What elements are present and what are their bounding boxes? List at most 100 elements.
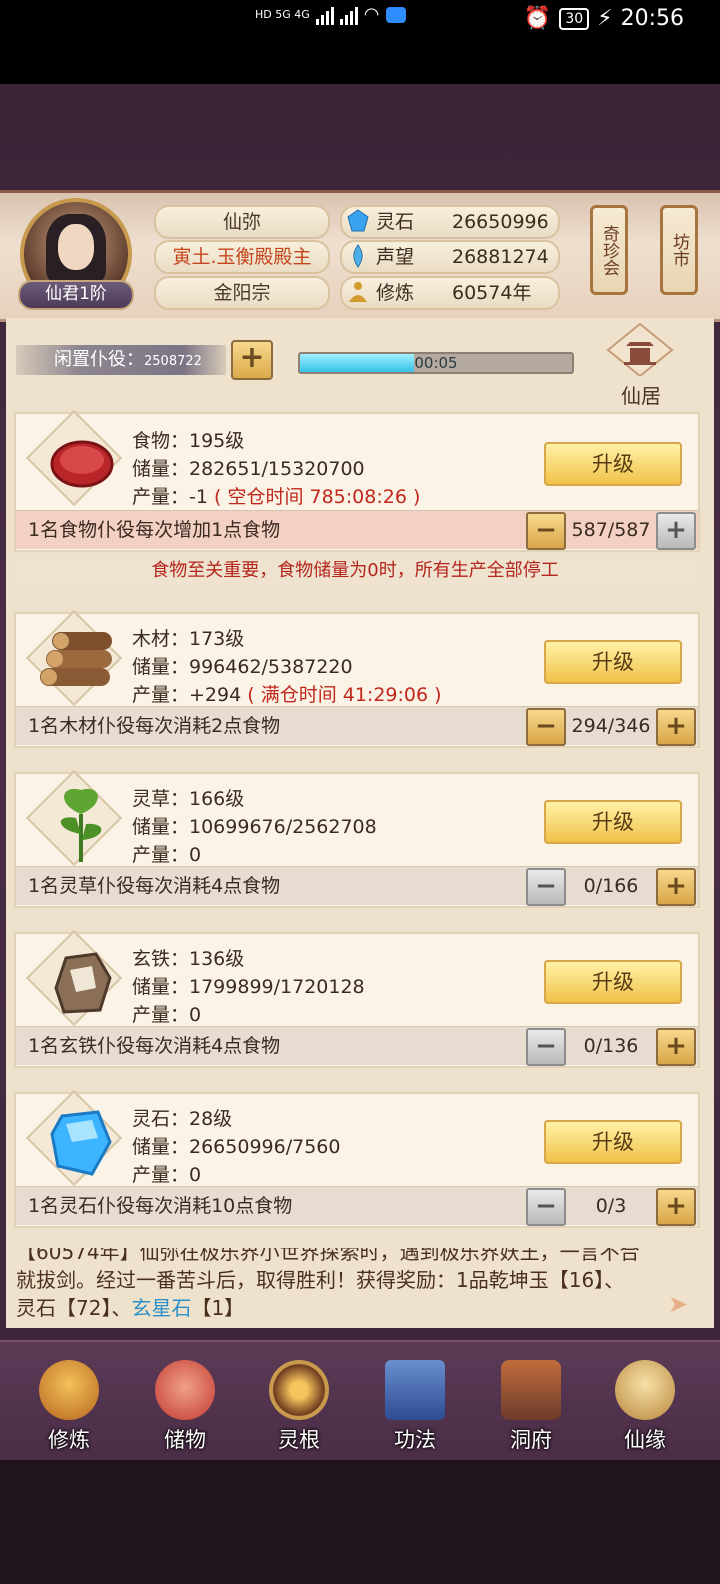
- nav-label: 灵根: [278, 1428, 320, 1452]
- output-label: 产量：: [132, 684, 190, 706]
- iron-ore-icon: [54, 952, 112, 1014]
- log-line: 灵石【72】、玄星石【1】: [16, 1294, 704, 1320]
- servant-count: 587/587: [571, 519, 651, 541]
- decrease-servant-button[interactable]: −: [526, 1188, 566, 1226]
- nav-label: 洞府: [510, 1428, 552, 1452]
- resource-card-spirit-stone: 灵石：28级 储量：26650996/7560 产量：0 升级 1名灵石仆役每次…: [14, 1089, 700, 1228]
- clock: 20:56: [620, 6, 684, 31]
- stone-storage: 储量：26650996/7560: [132, 1136, 341, 1158]
- technique-book-icon: [385, 1360, 445, 1420]
- treasure-auction-button[interactable]: 奇珍会: [590, 205, 628, 295]
- nav-label: 修炼: [48, 1428, 90, 1452]
- servant-row: 1名木材仆役每次消耗2点食物 − 294/346 +: [16, 706, 698, 746]
- resource-label: 声望: [376, 246, 415, 268]
- servant-count: 294/346: [571, 715, 651, 737]
- prestige-icon: [353, 244, 363, 268]
- add-servant-button[interactable]: +: [231, 340, 273, 380]
- output-value: -1: [189, 486, 208, 508]
- decrease-servant-button[interactable]: −: [526, 512, 566, 550]
- resource-cultivation: 修炼 60574年: [340, 276, 560, 310]
- market-button[interactable]: 坊市: [660, 205, 698, 295]
- wood-output: 产量：+294 ( 满仓时间 41:29:06 ): [132, 680, 442, 707]
- nav-cave-mansion[interactable]: 洞府: [486, 1360, 576, 1456]
- stone-level: 灵石：28级: [132, 1108, 233, 1130]
- idle-servants: 闲置仆役：2508722: [16, 345, 226, 375]
- event-log[interactable]: 【60574年】仙弥在极乐界小世界探索时，遇到极乐界妖王，一言不合 就拔剑。经过…: [16, 1248, 704, 1320]
- nav-cultivate[interactable]: 修炼: [24, 1360, 114, 1456]
- increase-servant-button[interactable]: +: [656, 708, 696, 746]
- signal-icon-2: [339, 5, 358, 25]
- servant-count: 0/3: [595, 1195, 627, 1217]
- player-name: 仙弥: [154, 205, 330, 239]
- output-value: +294: [189, 684, 242, 706]
- upgrade-button[interactable]: 升级: [544, 960, 682, 1004]
- upgrade-button[interactable]: 升级: [544, 640, 682, 684]
- output-note: ( 空仓时间 785:08:26 ): [214, 486, 421, 508]
- nav-label: 功法: [394, 1428, 436, 1452]
- food-storage: 储量：282651/15320700: [132, 458, 365, 480]
- player-sect: 金阳宗: [154, 276, 330, 310]
- output-value: 0: [189, 844, 202, 866]
- status-bar: HD 5G 4G ◠ ⏰ 30 ⚡ 20:56: [0, 0, 720, 84]
- player-title: 寅土.玉衡殿殿主: [154, 240, 330, 274]
- resource-value: 26881274: [452, 246, 549, 268]
- spirit-stone-icon: [347, 209, 369, 232]
- nav-spirit-root[interactable]: 灵根: [254, 1360, 344, 1456]
- idle-value: 2508722: [144, 354, 202, 369]
- output-note: ( 满仓时间 41:29:06 ): [247, 684, 442, 706]
- residence-label[interactable]: 仙居: [596, 380, 686, 409]
- output-label: 产量：: [132, 486, 190, 508]
- herb-leaf-icon: [60, 788, 102, 862]
- log-expand-icon[interactable]: ➤: [668, 1290, 688, 1318]
- increase-servant-button[interactable]: +: [656, 512, 696, 550]
- servant-desc: 1名食物仆役每次增加1点食物: [28, 519, 281, 541]
- log-line: 就拔剑。经过一番苦斗后，取得胜利！获得奖励：1品乾坤玉【16】、: [16, 1268, 625, 1292]
- output-value: 0: [189, 1004, 202, 1026]
- output-label: 产量：: [132, 1164, 190, 1186]
- decrease-servant-button[interactable]: −: [526, 708, 566, 746]
- upgrade-button[interactable]: 升级: [544, 800, 682, 844]
- food-warning: 食物至关重要，食物储量为0时，所有生产全部停工: [14, 554, 696, 588]
- iron-level: 玄铁：136级: [132, 948, 245, 970]
- timer-text: 00:05: [414, 354, 458, 372]
- battery-icon: 30: [559, 7, 590, 30]
- upgrade-button[interactable]: 升级: [544, 1120, 682, 1164]
- charging-icon: ⚡: [597, 6, 613, 31]
- log-item-link[interactable]: 玄星石: [131, 1296, 191, 1320]
- decrease-servant-button[interactable]: −: [526, 868, 566, 906]
- cloud-icon: [385, 6, 406, 23]
- food-output: 产量：-1 ( 空仓时间 785:08:26 ): [132, 482, 420, 509]
- servant-count: 0/166: [583, 875, 639, 897]
- herb-level: 灵草：166级: [132, 788, 245, 810]
- wood-storage: 储量：996462/5387220: [132, 656, 353, 678]
- output-label: 产量：: [132, 1004, 190, 1026]
- servant-row: 1名灵草仆役每次消耗4点食物 − 0/166 +: [16, 866, 698, 906]
- servant-count: 0/136: [583, 1035, 639, 1057]
- fate-icon: [615, 1360, 675, 1420]
- increase-servant-button[interactable]: +: [656, 1028, 696, 1066]
- nav-storage[interactable]: 储物: [140, 1360, 230, 1456]
- nav-fate[interactable]: 仙缘: [600, 1360, 690, 1456]
- resource-card-herb: 灵草：166级 储量：10699676/2562708 产量：0 升级 1名灵草…: [14, 769, 700, 908]
- servant-desc: 1名灵石仆役每次消耗10点食物: [28, 1195, 293, 1217]
- herb-output: 产量：0: [132, 840, 201, 867]
- network-indicators: HD 5G 4G ◠: [255, 4, 406, 25]
- signal-icon: [315, 5, 334, 25]
- decrease-servant-button[interactable]: −: [526, 1028, 566, 1066]
- nav-technique[interactable]: 功法: [370, 1360, 460, 1456]
- meat-icon: [50, 440, 114, 488]
- alarm-icon: ⏰: [523, 6, 552, 31]
- upgrade-button[interactable]: 升级: [544, 442, 682, 486]
- meditation-icon: [349, 282, 367, 302]
- increase-servant-button[interactable]: +: [656, 1188, 696, 1226]
- resource-label: 修炼: [376, 282, 415, 304]
- increase-servant-button[interactable]: +: [656, 868, 696, 906]
- wifi-icon: ◠: [363, 4, 380, 25]
- servant-row: 1名灵石仆役每次消耗10点食物 − 0/3 +: [16, 1186, 698, 1226]
- spirit-stone-crystal-icon: [50, 1110, 112, 1176]
- servant-desc: 1名木材仆役每次消耗2点食物: [28, 715, 281, 737]
- resource-card-food: 食物：195级 储量：282651/15320700 产量：-1 ( 空仓时间 …: [14, 409, 700, 552]
- log-text: 灵石【72】、: [16, 1296, 132, 1320]
- servant-desc: 1名灵草仆役每次消耗4点食物: [28, 875, 281, 897]
- residence-icon[interactable]: [606, 322, 674, 376]
